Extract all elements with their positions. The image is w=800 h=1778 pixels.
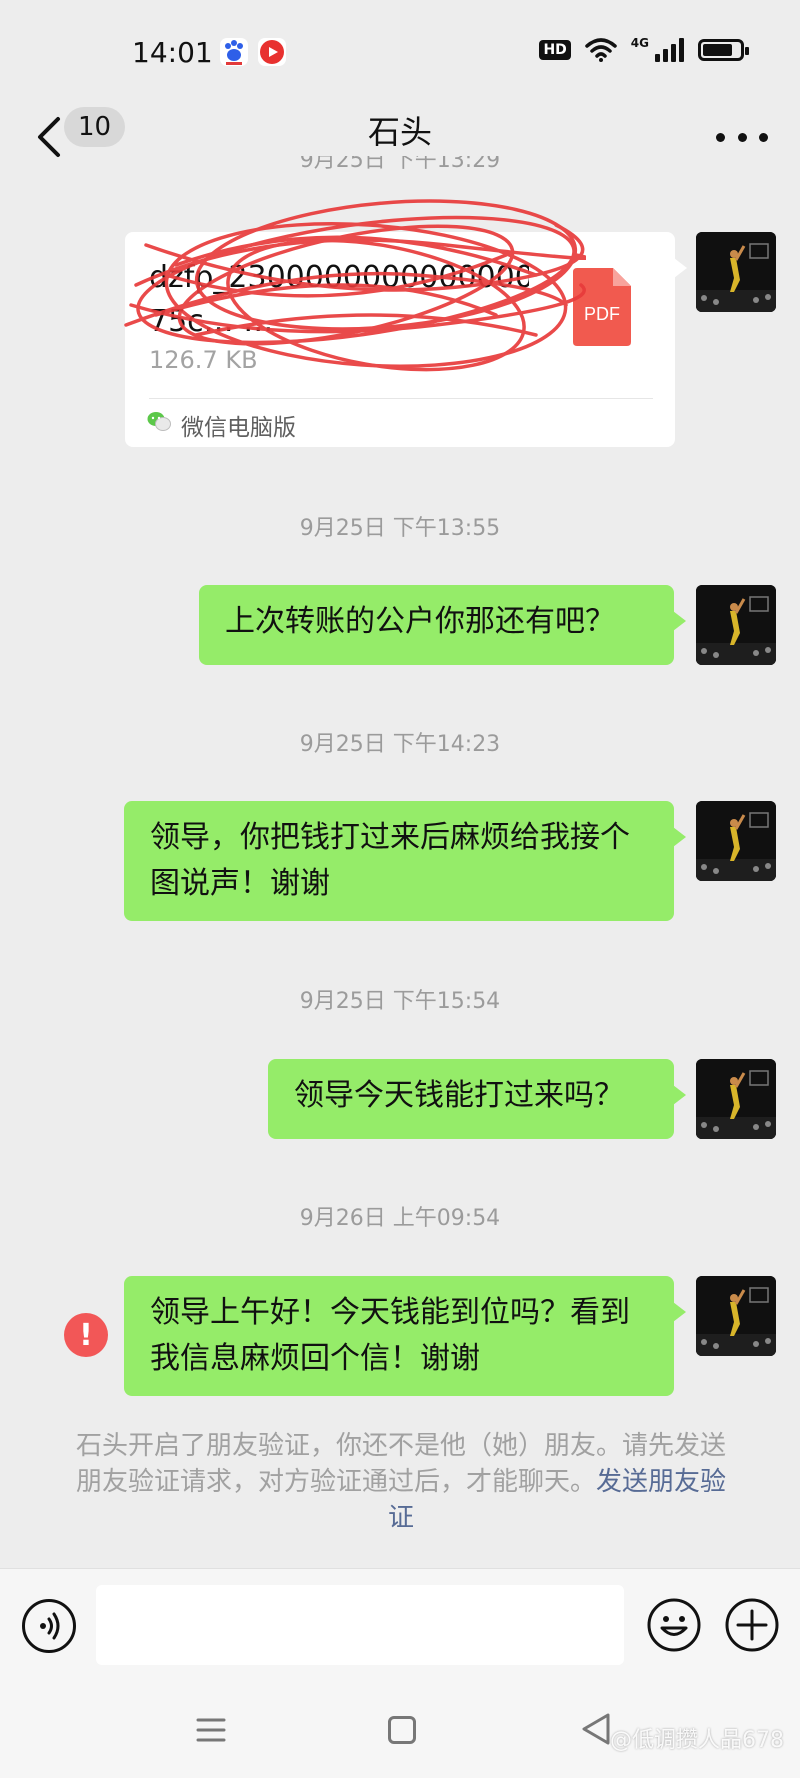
signal-icon [655,38,684,62]
timestamp: 9月25日 下午13:29 [0,156,800,180]
avatar[interactable] [696,1059,776,1139]
back-nav-icon[interactable] [580,1712,612,1746]
wechat-icon [147,412,171,431]
battery-icon [698,39,749,61]
watermark: @低调攒人品678 [610,1728,784,1753]
more-options-icon[interactable] [716,117,768,157]
file-source: 微信电脑版 [181,415,296,441]
message-input[interactable] [96,1585,624,1665]
message-bubble[interactable]: 上次转账的公户你那还有吧？ [199,585,686,665]
timestamp: 9月25日 下午13:55 [299,516,501,541]
network-type: 4G [630,36,649,50]
status-time: 14:01 [132,36,213,69]
pdf-file-icon: PDF [573,268,631,346]
hd-icon: HD [539,40,571,60]
pdf-label: PDF [584,304,620,324]
message-bubble[interactable]: 领导上午好！今天钱能到位吗？看到我信息麻烦回个信！谢谢 [124,1276,686,1396]
message-bubble[interactable]: 领导，你把钱打过来后麻烦给我接个图说声！谢谢 [124,801,686,921]
video-app-icon [258,38,286,66]
avatar[interactable] [696,585,776,665]
home-icon[interactable] [388,1716,416,1744]
timestamp: 9月26日 上午09:54 [299,1206,501,1231]
voice-input-button[interactable] [22,1599,76,1653]
file-name: dzfp_2300000000000000 75c… … [149,260,529,339]
wifi-icon [585,38,617,62]
timestamp: 9月25日 下午14:23 [299,732,501,757]
battery-level [703,44,732,56]
add-icon[interactable] [724,1597,780,1653]
divider [149,398,653,399]
file-size: 126.7 KB [149,346,258,374]
status-bar: 14:01 HD 4G [0,0,800,100]
timestamp-text: 9月25日 下午13:29 [299,156,501,173]
message-bubble[interactable]: 领导今天钱能打过来吗？ [268,1059,686,1139]
input-bar [0,1568,800,1682]
avatar[interactable] [696,1276,776,1356]
send-failed-icon[interactable]: ! [64,1313,108,1357]
timestamp: 9月25日 下午15:54 [299,989,501,1014]
voice-icon [40,1612,60,1640]
avatar[interactable] [696,232,776,312]
friend-verification-notice: 石头开启了朋友验证，你还不是他（她）朋友。请先发送朋友验证请求，对方验证通过后，… [66,1428,736,1536]
status-indicators: HD 4G [539,36,749,62]
avatar[interactable] [696,801,776,881]
emoji-icon[interactable] [646,1597,702,1653]
system-navigation-bar: @低调攒人品678 [0,1682,800,1778]
file-message-card[interactable]: dzfp_2300000000000000 75c… … 126.7 KB PD… [125,232,687,447]
menu-icon[interactable] [196,1716,226,1744]
baidu-app-icon [220,38,248,66]
chat-title: 石头 [367,113,432,151]
